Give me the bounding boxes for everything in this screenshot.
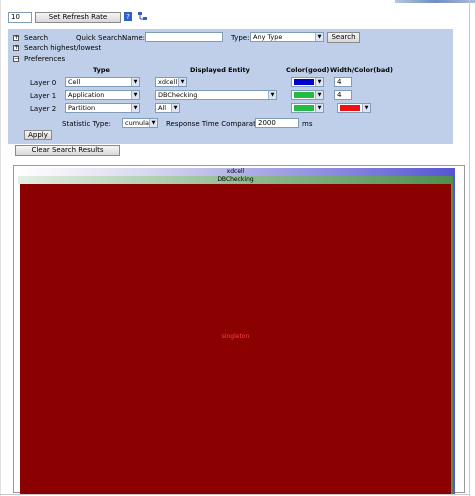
chevron-down-icon: ▼	[178, 78, 186, 86]
frame-bottom-border	[0, 494, 470, 495]
layer-2-good-color-swatch	[294, 105, 314, 111]
chevron-down-icon: ▼	[315, 33, 323, 41]
layer-2-bad-color-select[interactable]: ▼	[337, 103, 371, 113]
search-label[interactable]: Search	[24, 34, 48, 42]
frame-right-border	[469, 0, 470, 496]
layer-2-bad-color-swatch	[340, 105, 360, 111]
response-time-comparator-label: Response Time Comparator	[166, 120, 263, 128]
type-column-header: Type	[93, 66, 110, 74]
preferences-label[interactable]: Preferences	[24, 55, 65, 63]
layer-0-entity-select[interactable]: xdcell ▼	[155, 77, 187, 87]
color-good-column-header: Color(good)	[286, 66, 330, 74]
apply-button[interactable]: Apply	[24, 130, 52, 140]
layer-1-entity-value: DBChecking	[158, 91, 198, 99]
layer-1-entity-select[interactable]: DBChecking ▼	[155, 90, 277, 100]
layer-1-width-input[interactable]: 4	[334, 90, 352, 100]
preferences-collapse-icon[interactable]: −	[13, 56, 19, 62]
chevron-down-icon: ▼	[131, 78, 139, 86]
layer-1-good-color-swatch	[294, 92, 314, 98]
treemap-cell-label: xdcell	[226, 168, 245, 175]
help-icon[interactable]: ?	[124, 12, 132, 21]
chevron-down-icon: ▼	[315, 104, 323, 112]
statistic-type-select[interactable]: cumulative ▼	[122, 118, 158, 128]
chevron-down-icon: ▼	[131, 91, 139, 99]
top-border-strip	[395, 0, 475, 3]
search-highest-lowest-label[interactable]: Search highest/lowest	[24, 44, 101, 52]
chevron-down-icon: ▼	[149, 119, 157, 127]
layer-0-type-select[interactable]: Cell ▼	[65, 77, 140, 87]
layer-0-label: Layer 0	[30, 79, 57, 87]
search-expand-icon[interactable]: +	[13, 35, 19, 41]
chevron-down-icon: ▼	[315, 78, 323, 86]
layer-1-good-color-select[interactable]: ▼	[291, 90, 324, 100]
refresh-rate-input[interactable]: 10	[8, 12, 32, 23]
response-time-comparator-input[interactable]: 2000	[255, 118, 299, 128]
quick-search-label: Quick Search:	[76, 34, 125, 42]
svg-text:?: ?	[126, 13, 130, 21]
layer-2-entity-select[interactable]: All ▼	[155, 103, 180, 113]
chevron-down-icon: ▼	[131, 104, 139, 112]
treemap-partition-label: singleton	[221, 333, 250, 340]
frame-left-border	[0, 0, 1, 496]
layer-1-type-select[interactable]: Application ▼	[65, 90, 140, 100]
set-refresh-rate-button[interactable]: Set Refresh Rate	[35, 12, 121, 23]
chevron-down-icon: ▼	[362, 104, 370, 112]
name-search-input[interactable]	[145, 32, 223, 42]
layer-0-type-value: Cell	[68, 78, 81, 86]
chevron-down-icon: ▼	[268, 91, 276, 99]
chevron-down-icon: ▼	[315, 91, 323, 99]
treemap-cell-node[interactable]: xdcell	[18, 168, 453, 176]
displayed-entity-column-header: Displayed Entity	[190, 66, 250, 74]
layer-0-entity-value: xdcell	[158, 78, 178, 86]
type-select[interactable]: Any Type ▼	[250, 32, 324, 42]
statistic-type-label: Statistic Type:	[62, 120, 112, 128]
type-select-value: Any Type	[253, 33, 283, 41]
layer-2-label: Layer 2	[30, 105, 57, 113]
layer-1-label: Layer 1	[30, 92, 57, 100]
layer-2-entity-value: All	[158, 104, 167, 112]
name-label: Name:	[122, 34, 146, 42]
highest-lowest-expand-icon[interactable]: +	[13, 45, 19, 51]
layer-2-type-value: Partition	[68, 104, 96, 112]
width-color-bad-column-header: Width/Color(bad)	[330, 66, 393, 74]
treemap-application-node[interactable]: DBChecking	[18, 176, 453, 184]
chevron-down-icon: ▼	[171, 104, 179, 112]
layer-0-good-color-swatch	[294, 79, 314, 85]
layer-0-good-color-select[interactable]: ▼	[291, 77, 324, 87]
treemap-cell-edge	[453, 168, 455, 494]
layer-2-type-select[interactable]: Partition ▼	[65, 103, 140, 113]
layer-2-good-color-select[interactable]: ▼	[291, 103, 324, 113]
layer-1-type-value: Application	[68, 91, 105, 99]
treemap-application-label: DBChecking	[217, 176, 254, 183]
layer-0-width-input[interactable]: 4	[334, 77, 352, 87]
clear-search-results-button[interactable]: Clear Search Results	[15, 145, 120, 156]
type-label: Type:	[231, 34, 250, 42]
comparator-unit-label: ms	[302, 120, 313, 128]
network-icon[interactable]	[137, 11, 148, 22]
search-button[interactable]: Search	[327, 32, 360, 43]
treemap-application-edge	[451, 176, 453, 494]
